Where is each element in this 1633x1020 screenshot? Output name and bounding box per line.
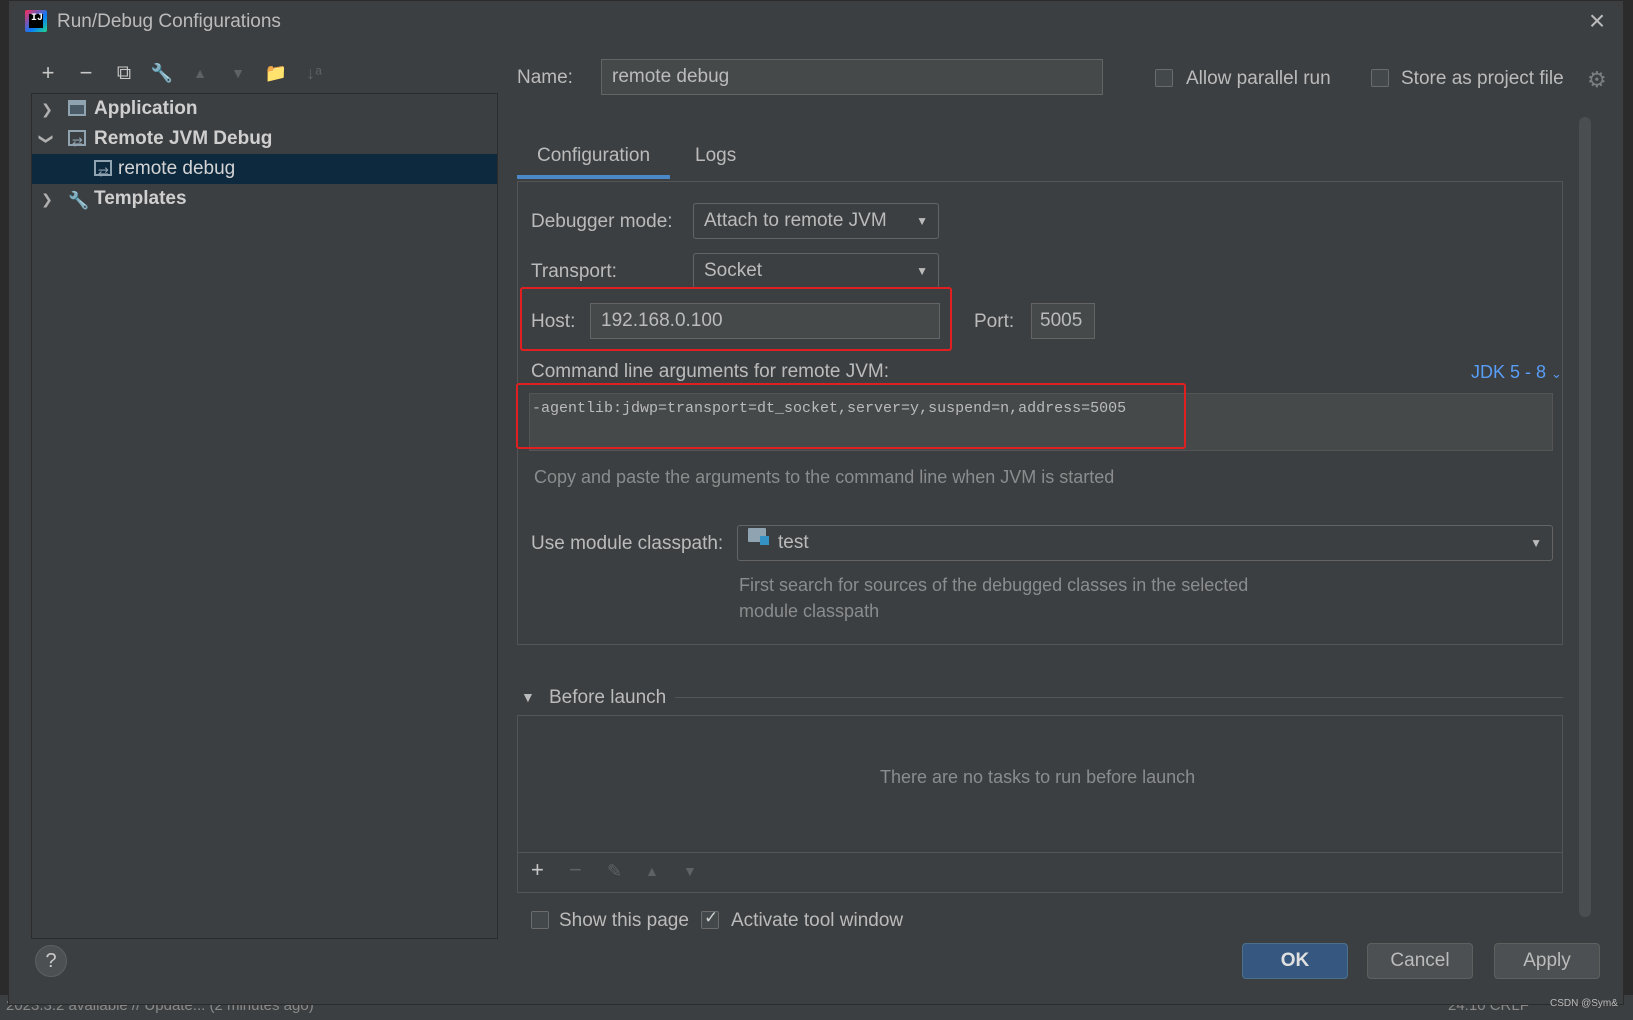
- module-classpath-label: Use module classpath:: [531, 533, 724, 554]
- activate-tool-label: Activate tool window: [731, 910, 904, 931]
- before-launch-divider: [675, 697, 1563, 698]
- tab-configuration[interactable]: Configuration: [517, 133, 671, 179]
- gear-icon[interactable]: ⚙: [1587, 67, 1607, 93]
- chevron-down-icon[interactable]: ❯: [32, 132, 62, 146]
- store-project-label: Store as project file: [1401, 68, 1564, 89]
- name-label: Name:: [517, 67, 573, 88]
- remove-task-icon[interactable]: −: [569, 857, 582, 883]
- before-launch-empty-text: There are no tasks to run before launch: [880, 767, 1196, 787]
- transport-select[interactable]: Socket ▼: [693, 253, 939, 289]
- dropdown-arrow-icon: ▼: [916, 264, 928, 278]
- ok-button[interactable]: OK: [1242, 943, 1348, 979]
- debugger-mode-label: Debugger mode:: [531, 211, 673, 232]
- remote-debug-icon: [68, 127, 86, 157]
- window-title: Run/Debug Configurations: [57, 11, 281, 32]
- allow-parallel-label: Allow parallel run: [1186, 68, 1331, 89]
- tree-item-label: remote debug: [118, 158, 236, 179]
- transport-label: Transport:: [531, 261, 617, 282]
- classpath-hint-line-2: module classpath: [739, 601, 880, 621]
- collapse-triangle-icon[interactable]: ▼: [521, 689, 535, 705]
- apply-button[interactable]: Apply: [1494, 943, 1600, 979]
- name-input[interactable]: remote debug: [601, 59, 1103, 95]
- module-classpath-select[interactable]: test ▼: [737, 525, 1553, 561]
- wrench-icon: 🔧: [68, 191, 90, 210]
- debugger-mode-value: Attach to remote JVM: [704, 210, 887, 231]
- move-up-icon[interactable]: ▲: [187, 59, 213, 87]
- vertical-scrollbar[interactable]: [1579, 117, 1591, 917]
- close-icon[interactable]: ×: [1583, 7, 1611, 35]
- module-folder-icon: [748, 528, 769, 545]
- tree-item-remote-jvm-debug[interactable]: ❯ Remote JVM Debug: [32, 124, 497, 157]
- before-launch-title: Before launch: [549, 687, 667, 708]
- dropdown-arrow-icon: ▼: [1530, 536, 1542, 550]
- store-project-checkbox[interactable]: [1371, 69, 1389, 87]
- port-label: Port:: [974, 311, 1015, 332]
- tree-item-application[interactable]: ❯ Application: [32, 94, 497, 124]
- classpath-hint-line-1: First search for sources of the debugged…: [739, 575, 1249, 595]
- show-page-checkbox[interactable]: [531, 911, 549, 929]
- title-bar[interactable]: IJ Run/Debug Configurations ×: [9, 1, 1625, 45]
- remove-icon[interactable]: −: [73, 59, 99, 87]
- tree-item-templates[interactable]: ❯ 🔧 Templates: [32, 184, 497, 214]
- port-input[interactable]: 5005: [1031, 303, 1095, 339]
- jdk-version-text: JDK 5 - 8: [1471, 362, 1547, 382]
- tree-item-label: Templates: [94, 188, 187, 209]
- new-folder-icon[interactable]: 📁: [263, 59, 289, 87]
- add-task-icon[interactable]: +: [531, 857, 544, 883]
- sort-icon[interactable]: ↓ᵃ: [301, 59, 327, 87]
- host-input[interactable]: 192.168.0.100: [590, 303, 940, 339]
- move-task-up-icon[interactable]: ▲: [645, 863, 659, 879]
- remote-debug-icon: [94, 157, 112, 187]
- cmd-args-highlight-box: [516, 383, 1186, 449]
- transport-value: Socket: [704, 260, 763, 281]
- tab-logs[interactable]: Logs: [675, 133, 756, 179]
- allow-parallel-checkbox[interactable]: [1155, 69, 1173, 87]
- before-launch-toolbar: [517, 852, 1563, 894]
- activate-tool-checkbox[interactable]: [701, 908, 719, 929]
- tree-item-remote-debug[interactable]: remote debug: [32, 154, 497, 187]
- watermark: CSDN @Sym&: [1550, 998, 1618, 1009]
- configuration-tree[interactable]: ❯ Application ❯ Remote JVM Debug remote …: [31, 93, 498, 939]
- tree-item-label: Application: [94, 98, 198, 119]
- add-icon[interactable]: +: [35, 59, 61, 87]
- debugger-mode-select[interactable]: Attach to remote JVM ▼: [693, 203, 939, 239]
- dropdown-arrow-icon: ▼: [916, 214, 928, 228]
- module-classpath-value: test: [778, 532, 809, 553]
- edit-task-icon[interactable]: ✎: [607, 861, 622, 882]
- chevron-down-icon: ⌄: [1551, 366, 1562, 381]
- run-debug-dialog: IJ Run/Debug Configurations × + − ⧉ 🔧 ▲ …: [8, 0, 1624, 1005]
- application-icon: [68, 100, 86, 116]
- move-down-icon[interactable]: ▼: [225, 59, 251, 87]
- show-page-label: Show this page: [559, 910, 689, 931]
- chevron-right-icon[interactable]: ❯: [40, 184, 54, 214]
- cmd-args-label: Command line arguments for remote JVM:: [531, 361, 889, 382]
- move-task-down-icon[interactable]: ▼: [683, 863, 697, 879]
- tree-item-label: Remote JVM Debug: [94, 128, 273, 149]
- wrench-icon[interactable]: 🔧: [149, 59, 175, 87]
- help-button[interactable]: ?: [35, 945, 67, 977]
- cancel-button[interactable]: Cancel: [1367, 943, 1473, 979]
- cmd-args-hint: Copy and paste the arguments to the comm…: [534, 467, 1115, 487]
- host-label: Host:: [531, 311, 576, 332]
- chevron-right-icon[interactable]: ❯: [40, 94, 54, 124]
- jdk-version-link[interactable]: JDK 5 - 8 ⌄: [1471, 362, 1562, 383]
- copy-icon[interactable]: ⧉: [111, 59, 137, 87]
- intellij-logo-icon: IJ: [25, 10, 47, 32]
